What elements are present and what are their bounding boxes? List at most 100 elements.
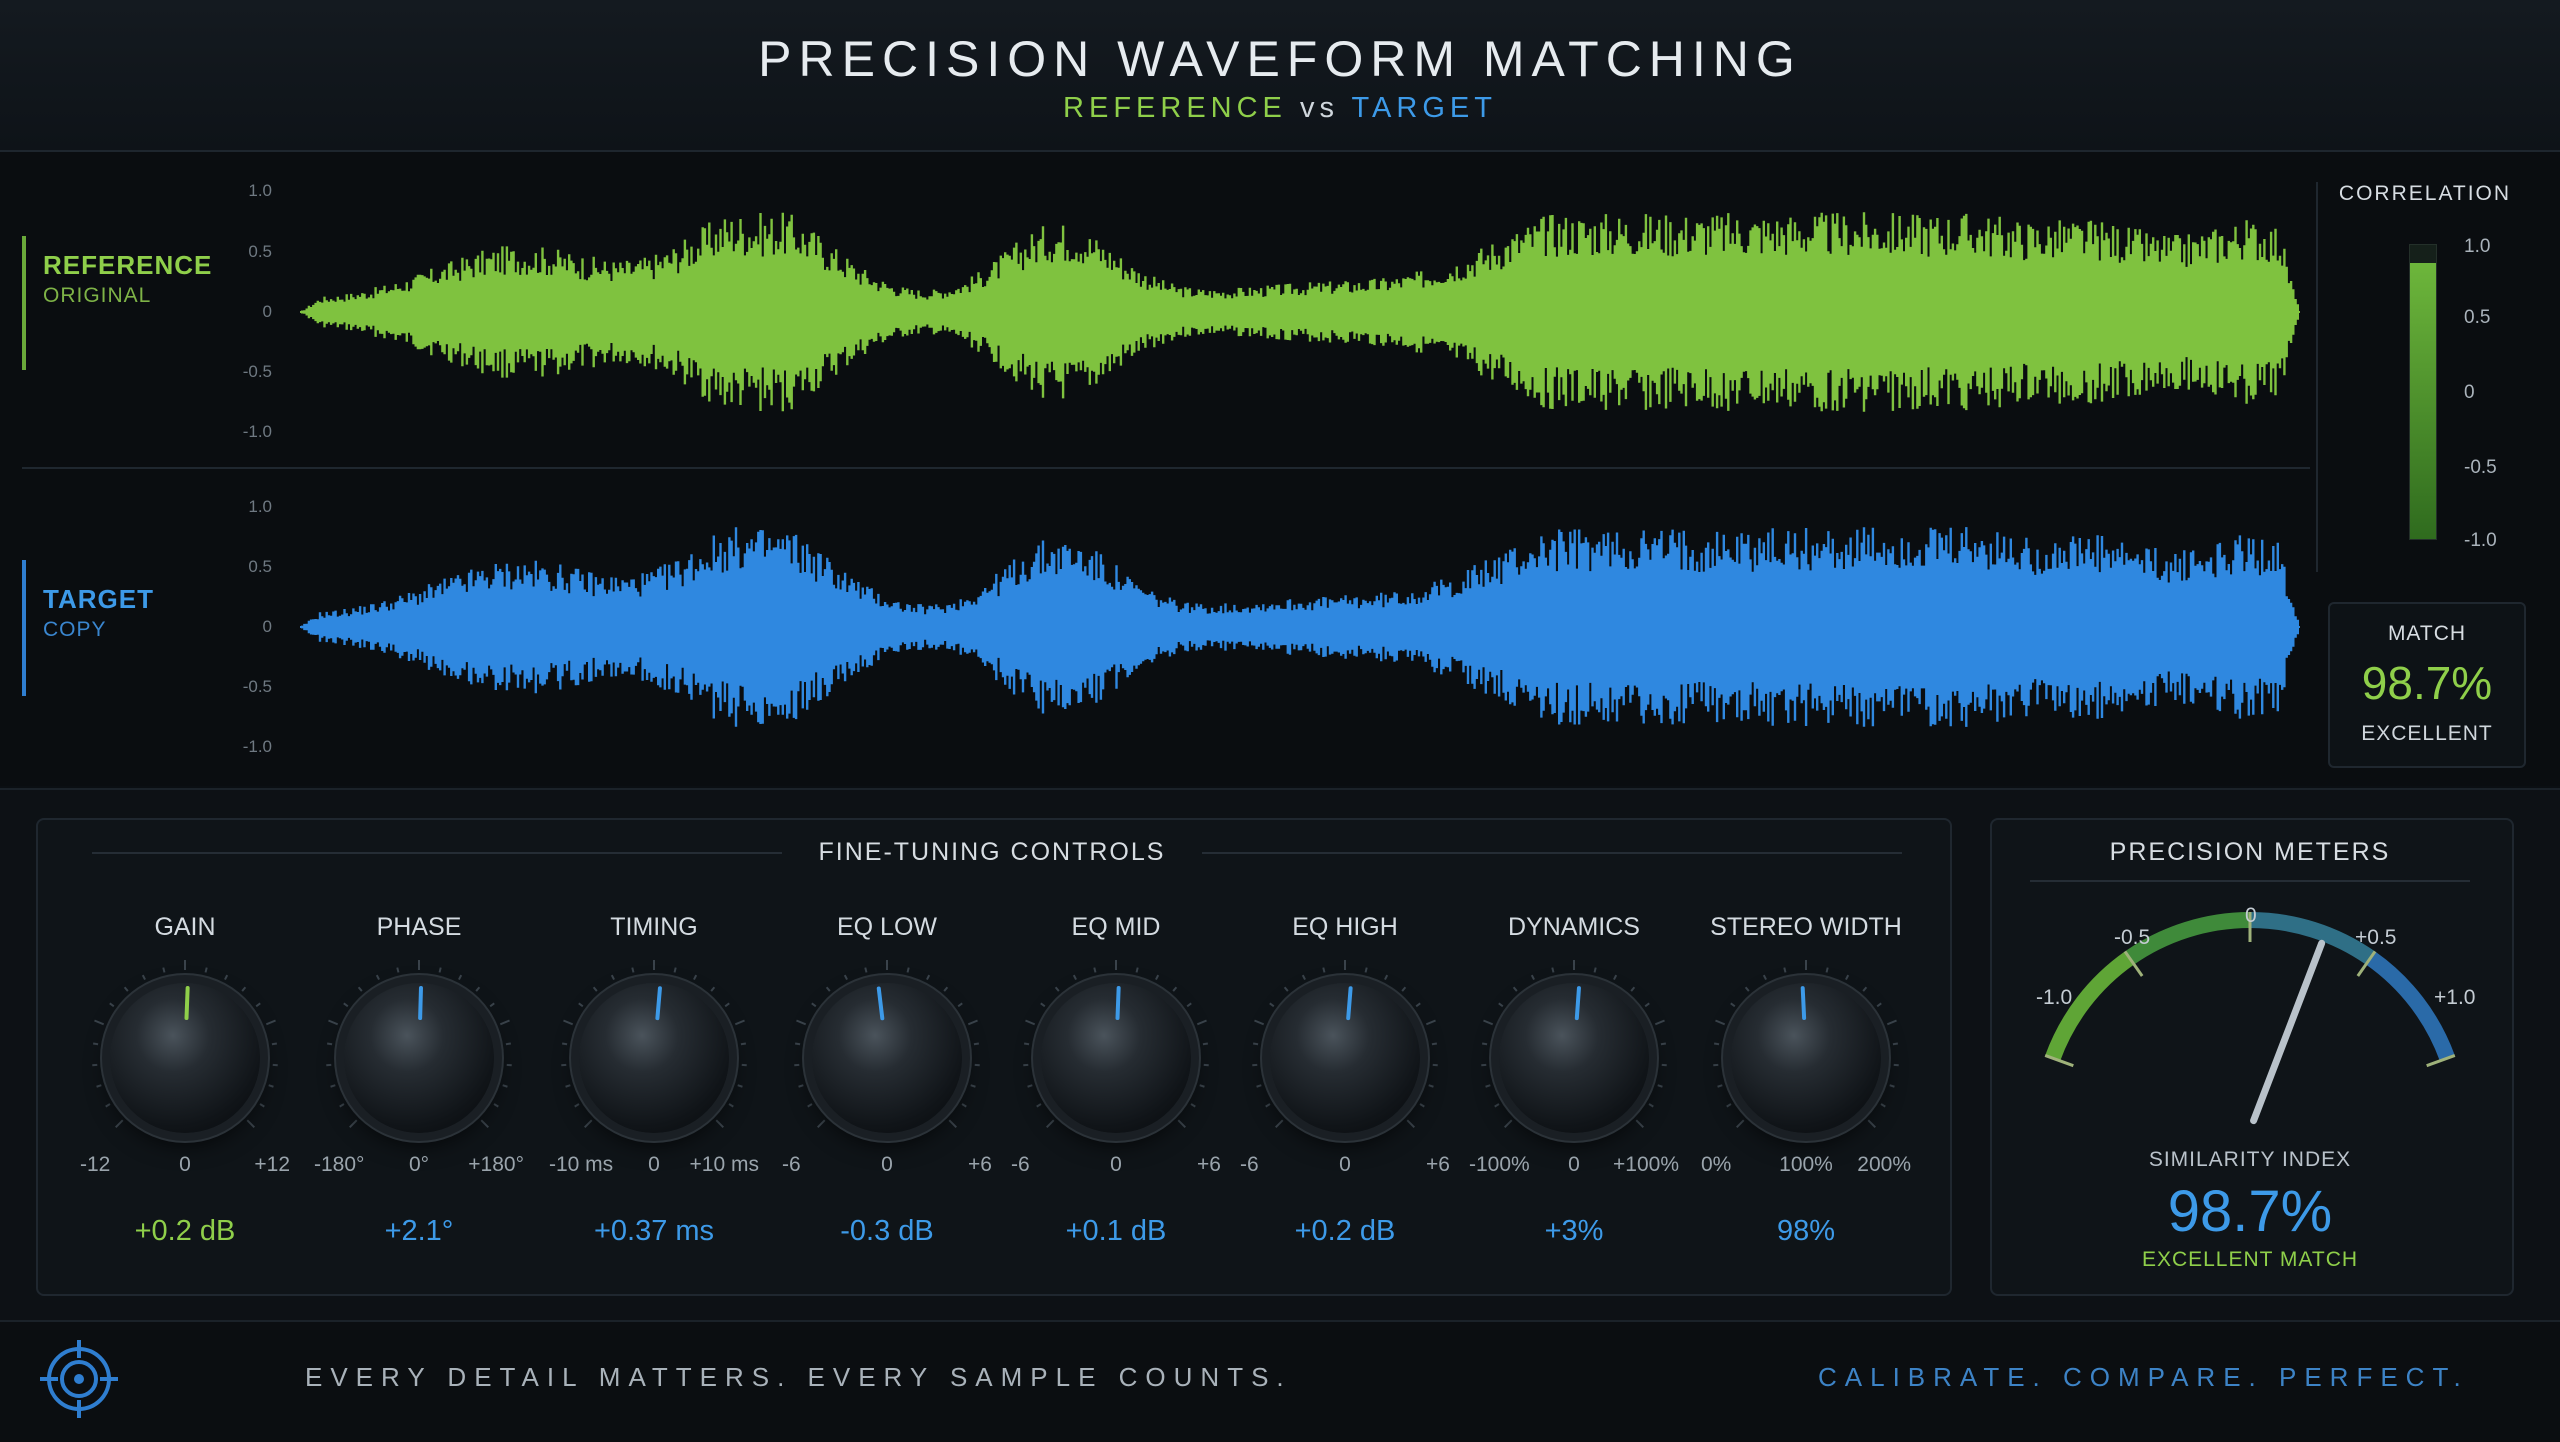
knob-scale-tick	[1429, 1085, 1434, 1087]
knob-scale-tick	[1203, 1043, 1208, 1044]
tgt-axis-tick: -1.0	[212, 737, 272, 757]
target-track-label[interactable]: TARGET	[43, 584, 154, 615]
gauge-tick: -0.5	[2114, 926, 2150, 950]
knob-scale-tick	[1366, 968, 1367, 973]
knob-scale-tick	[1074, 975, 1076, 979]
knob-scale-tick	[1846, 975, 1848, 979]
knob-scale-tick	[97, 1085, 102, 1087]
knob-scale-tick	[845, 975, 847, 979]
knob-scale-tick	[93, 1043, 98, 1044]
tgt-axis-tick: 1.0	[212, 497, 272, 517]
knob-value: 98%	[1691, 1215, 1921, 1248]
knob-scale-tick	[729, 1104, 733, 1107]
knob-scale-tick	[327, 1043, 332, 1044]
knob-range-max: +6	[1370, 1153, 1450, 1177]
knob-value: +0.37 ms	[539, 1215, 769, 1248]
knob-scale-tick	[1420, 1104, 1424, 1107]
knob-scale-tick	[328, 1020, 337, 1024]
knob-indicator	[110, 983, 260, 1133]
match-readout: MATCH 98.7% EXCELLENT	[2328, 602, 2526, 768]
knob-scale-tick	[865, 968, 866, 973]
knob-label: STEREO WIDTH	[1691, 913, 1921, 942]
knob-scale-tick	[1658, 1085, 1663, 1087]
knob-scale-tick	[735, 1020, 744, 1024]
gauge-arc-segment	[2250, 920, 2370, 958]
knob-value: +0.2 dB	[70, 1215, 300, 1248]
knob-timing[interactable]	[579, 983, 729, 1133]
knob-scale-tick	[1881, 1104, 1885, 1107]
crosshair-target-icon[interactable]	[38, 1338, 120, 1420]
reference-waveform[interactable]	[300, 212, 2300, 412]
knob-label: TIMING	[539, 913, 769, 942]
knob-label: EQ LOW	[772, 913, 1002, 942]
meters-title: PRECISION METERS	[1990, 838, 2510, 867]
knob-phase[interactable]	[344, 983, 494, 1133]
knob-stereo-width[interactable]	[1731, 983, 1881, 1133]
knob-gain[interactable]	[110, 983, 260, 1133]
knob-scale-tick	[1254, 1020, 1263, 1024]
knob-indicator-line	[1577, 988, 1579, 1018]
knob-indicator-line	[1803, 988, 1804, 1018]
knob-scale-tick	[225, 975, 227, 979]
knob-scale-tick	[260, 1104, 264, 1107]
similarity-grade: EXCELLENT MATCH	[1990, 1248, 2510, 1272]
knob-scale-tick	[1614, 975, 1616, 979]
knob-scale-tick	[1661, 1043, 1666, 1044]
correlation-meter-fill	[2410, 263, 2436, 539]
knob-scale-tick	[1156, 975, 1158, 979]
knob-eq-low[interactable]	[812, 983, 962, 1133]
knob-scale-tick	[1385, 975, 1387, 979]
knob-scale-tick	[1024, 1043, 1029, 1044]
knob-label: GAIN	[70, 913, 300, 942]
knob-indicator	[1731, 983, 1881, 1133]
knob-scale-tick	[971, 1085, 976, 1087]
knob-scale-tick	[1718, 1085, 1723, 1087]
knob-indicator-line	[879, 988, 883, 1018]
gauge-tick: 0	[2245, 904, 2257, 928]
knob-scale-tick	[500, 1020, 509, 1024]
reference-track-label[interactable]: REFERENCE	[43, 250, 212, 281]
knob-label: EQ MID	[1001, 913, 1231, 942]
knob-eq-high[interactable]	[1270, 983, 1420, 1133]
footer-tagline-left: EVERY DETAIL MATTERS. EVERY SAMPLE COUNT…	[305, 1362, 1292, 1393]
knob-scale-tick	[1303, 975, 1305, 979]
knob-scale-tick	[632, 968, 633, 973]
ref-axis-tick: 0	[212, 302, 272, 322]
knob-value: +2.1°	[304, 1215, 534, 1248]
knob-scale-tick	[968, 1020, 977, 1024]
knob-indicator-line	[187, 988, 188, 1018]
knob-scale-tick	[1483, 1020, 1492, 1024]
knob-scale-tick	[272, 1043, 277, 1044]
knob-scale-tick	[1432, 1043, 1437, 1044]
knob-indicator	[344, 983, 494, 1133]
knob-scale-tick	[1655, 1020, 1664, 1024]
knob-scale-tick	[440, 968, 441, 973]
ref-axis-tick: -1.0	[212, 422, 272, 442]
knob-indicator	[1499, 983, 1649, 1133]
knob-scale-tick	[962, 1104, 966, 1107]
ref-axis-tick: 0.5	[212, 242, 272, 262]
knob-value: +0.1 dB	[1001, 1215, 1231, 1248]
ref-axis-tick: -0.5	[212, 362, 272, 382]
knob-dynamics[interactable]	[1499, 983, 1649, 1133]
knob-range-max: +6	[1141, 1153, 1221, 1177]
track-divider	[22, 467, 2310, 469]
knob-scale-tick	[1887, 1020, 1896, 1024]
knob-range-max: +10 ms	[679, 1153, 759, 1177]
knob-scale-tick	[1323, 968, 1324, 973]
knob-indicator	[579, 983, 729, 1133]
knob-scale-tick	[694, 975, 696, 979]
knob-scale-tick	[612, 975, 614, 979]
knob-value: +0.2 dB	[1230, 1215, 1460, 1248]
knob-scale-tick	[1028, 1085, 1033, 1087]
correlation-title: CORRELATION	[2320, 182, 2530, 206]
target-waveform[interactable]	[300, 527, 2300, 727]
knob-range-max: +100%	[1599, 1153, 1679, 1177]
controls-title: FINE-TUNING CONTROLS	[36, 838, 1948, 867]
knob-eq-mid[interactable]	[1041, 983, 1191, 1133]
ref-axis-tick: 1.0	[212, 181, 272, 201]
reference-track-sub: ORIGINAL	[43, 284, 151, 308]
waveform-display	[0, 0, 2560, 790]
target-track-sub: COPY	[43, 618, 107, 642]
knob-indicator-line	[1118, 988, 1119, 1018]
